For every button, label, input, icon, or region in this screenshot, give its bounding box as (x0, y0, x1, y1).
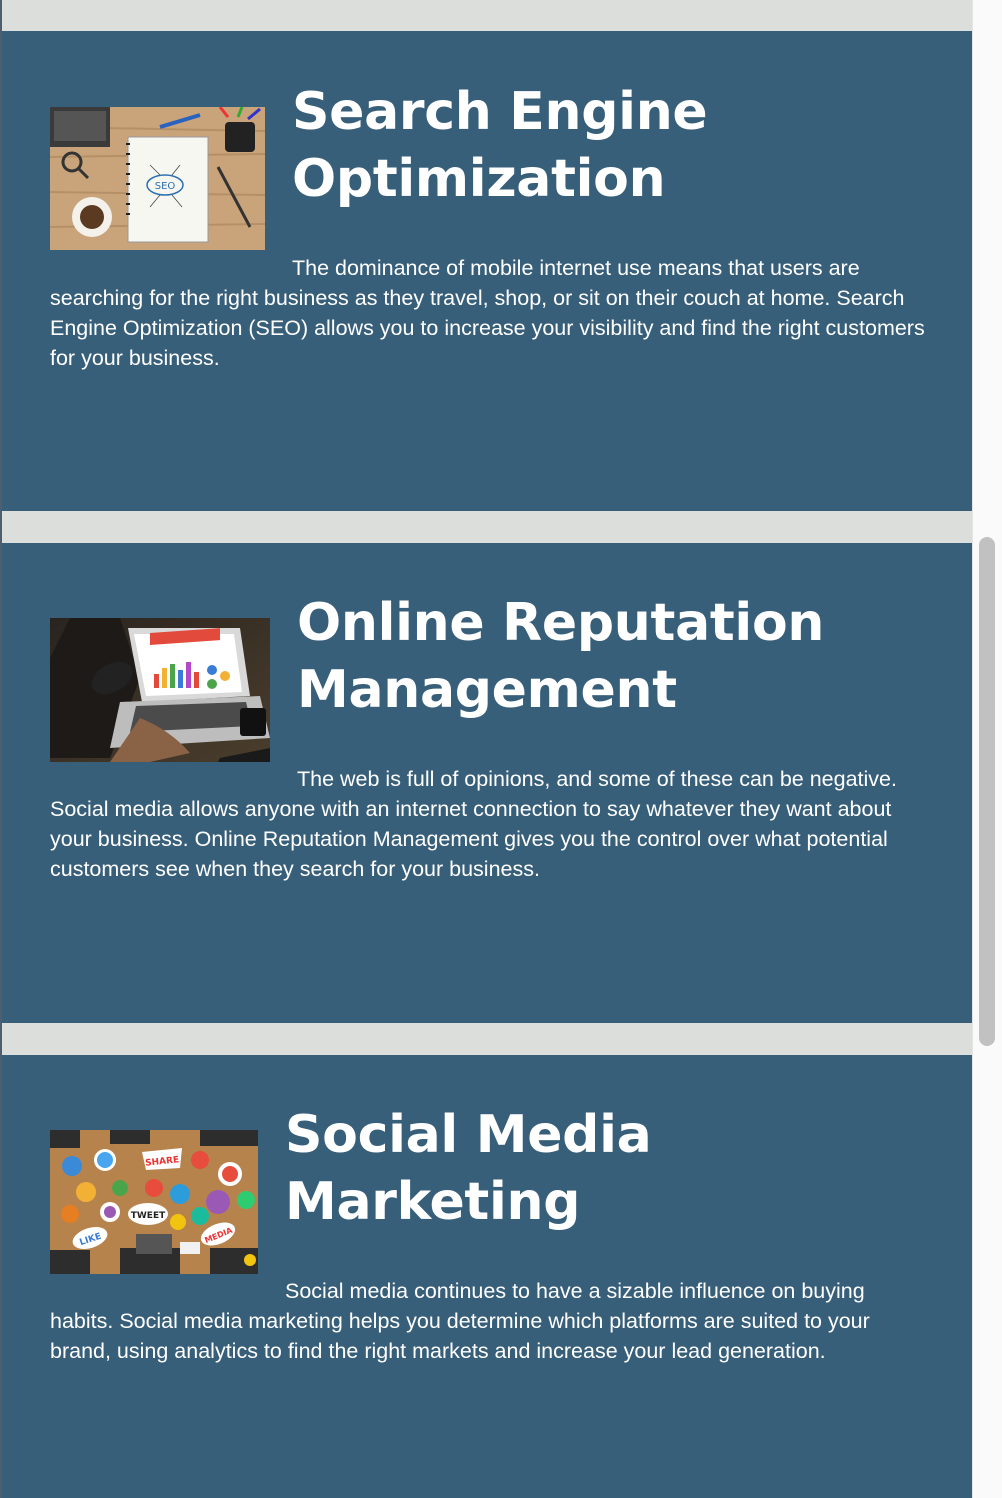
page: SEO Search Engine Optimization The domin… (0, 0, 1002, 1498)
content-area: SEO Search Engine Optimization The domin… (2, 0, 972, 1498)
service-section-reputation: REPUTATION Online Reputation Management … (2, 543, 972, 1023)
svg-text:TWEET: TWEET (131, 1211, 166, 1221)
social-media-image: SHARE TWEET LIKE MEDIA (50, 1130, 258, 1274)
reputation-image: REPUTATION (50, 618, 270, 762)
seo-image: SEO (50, 107, 265, 250)
scrollbar-thumb[interactable] (979, 537, 995, 1046)
service-section-social-media: SHARE TWEET LIKE MEDIA Social Media Mark… (2, 1055, 972, 1498)
svg-text:SEO: SEO (155, 181, 176, 192)
service-section-seo: SEO Search Engine Optimization The domin… (2, 31, 972, 511)
